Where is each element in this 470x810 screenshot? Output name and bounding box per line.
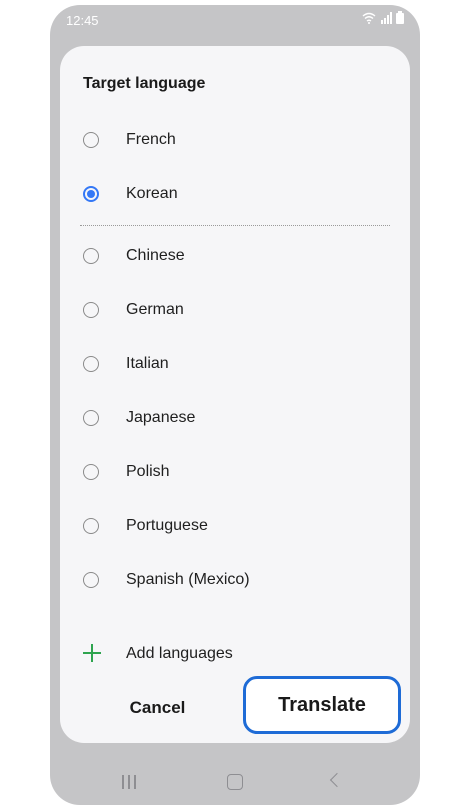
dialog-title: Target language [83, 75, 206, 92]
wifi-icon [362, 12, 376, 24]
language-option-label: German [126, 301, 184, 318]
language-option-label: Spanish (Mexico) [126, 571, 250, 588]
add-languages-label: Add languages [126, 645, 233, 662]
dialog-actions: Cancel Translate [60, 676, 410, 743]
radio-button[interactable] [83, 248, 99, 264]
target-language-dialog: Target language French Korean Chinese Ge… [60, 46, 410, 743]
signal-icon [381, 11, 392, 24]
battery-icon [396, 11, 404, 24]
language-option-polish[interactable]: Polish [60, 445, 410, 499]
radio-button-selected[interactable] [83, 186, 99, 202]
translate-label: Translate [278, 693, 366, 716]
language-option-label: Korean [126, 185, 178, 202]
radio-button[interactable] [83, 132, 99, 148]
status-time: 12:45 [66, 13, 99, 28]
radio-button[interactable] [83, 572, 99, 588]
radio-button[interactable] [83, 302, 99, 318]
back-icon[interactable] [329, 772, 345, 788]
language-options: French Korean Chinese German Italian Jap… [60, 113, 410, 607]
language-option-german[interactable]: German [60, 283, 410, 337]
radio-button[interactable] [83, 410, 99, 426]
translate-button[interactable]: Translate [243, 676, 401, 734]
language-option-spanish-mexico[interactable]: Spanish (Mexico) [60, 553, 410, 607]
language-option-japanese[interactable]: Japanese [60, 391, 410, 445]
radio-button[interactable] [83, 518, 99, 534]
language-option-italian[interactable]: Italian [60, 337, 410, 391]
cancel-button[interactable]: Cancel [100, 698, 215, 718]
radio-button[interactable] [83, 356, 99, 372]
language-option-label: French [126, 131, 176, 148]
language-option-chinese[interactable]: Chinese [60, 229, 410, 283]
phone-frame: 12:45 Target language French Korean Chin… [50, 5, 420, 805]
language-option-french[interactable]: French [60, 113, 410, 167]
home-icon[interactable] [227, 774, 243, 790]
navigation-bar [50, 765, 420, 805]
language-option-portuguese[interactable]: Portuguese [60, 499, 410, 553]
language-option-label: Portuguese [126, 517, 208, 534]
add-languages-button[interactable]: Add languages [60, 634, 410, 674]
dotted-divider [60, 221, 410, 229]
recent-apps-icon[interactable] [122, 775, 138, 789]
radio-button[interactable] [83, 464, 99, 480]
language-option-label: Italian [126, 355, 169, 372]
plus-icon [83, 644, 101, 662]
language-option-korean[interactable]: Korean [60, 167, 410, 221]
status-icons [362, 11, 404, 24]
language-option-label: Japanese [126, 409, 196, 426]
language-option-label: Polish [126, 463, 170, 480]
status-bar: 12:45 [50, 5, 420, 35]
language-option-label: Chinese [126, 247, 185, 264]
